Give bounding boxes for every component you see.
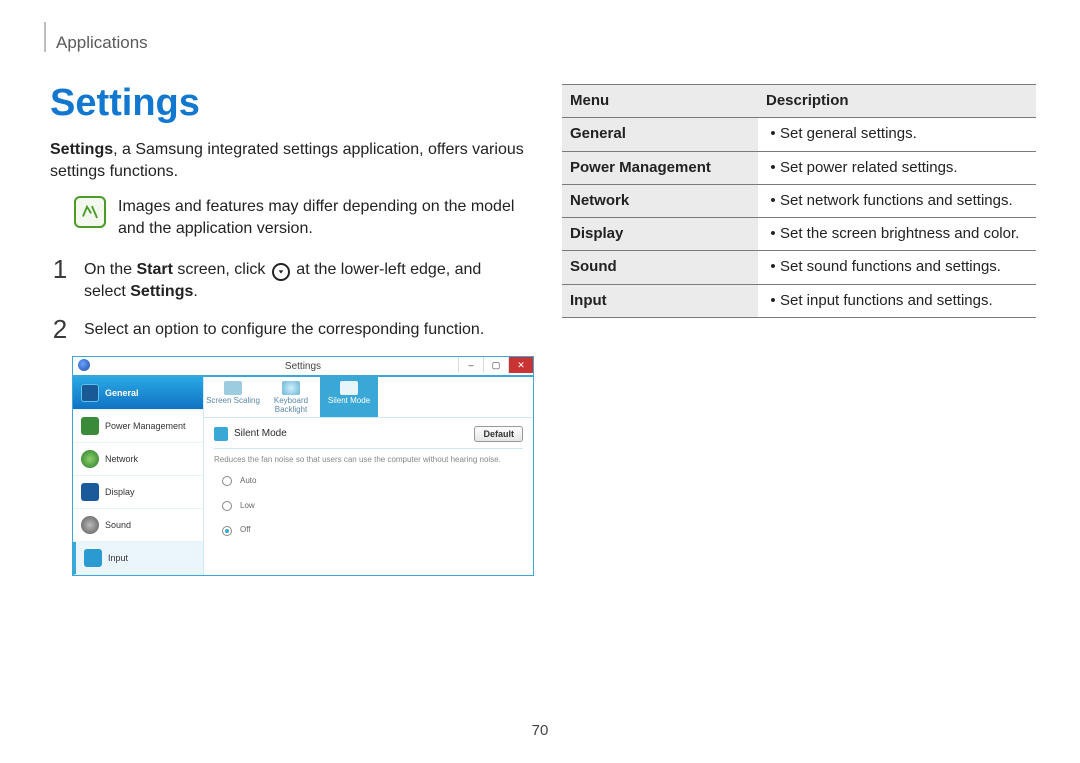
note-icon [74, 196, 106, 228]
step-1-part-a: On the [84, 261, 136, 278]
sidebar-item-label: Input [108, 552, 128, 564]
minimize-button[interactable]: – [458, 357, 483, 373]
sidebar-item-label: Sound [105, 519, 131, 531]
header-divider [44, 22, 46, 52]
radio-low[interactable]: Low [222, 501, 523, 512]
table-row: Network Set network functions and settin… [562, 184, 1036, 217]
globe-icon [81, 450, 99, 468]
sidebar-item-input[interactable]: Input [73, 542, 203, 575]
sidebar-item-power[interactable]: Power Management [73, 410, 203, 443]
table-row: Sound Set sound functions and settings. [562, 251, 1036, 284]
tab-keyboard-backlight[interactable]: Keyboard Backlight [262, 377, 320, 417]
intro-lead-bold: Settings [50, 141, 113, 158]
menu-description-table: Menu Description General Set general set… [562, 84, 1036, 318]
intro-lead-rest: , a Samsung integrated settings applicat… [50, 141, 524, 180]
step-1-bold-settings: Settings [130, 283, 193, 300]
step-1-part-b: screen, click [173, 261, 270, 278]
page-number: 70 [0, 721, 1080, 741]
battery-icon [81, 417, 99, 435]
table-desc-cell: Set input functions and settings. [758, 284, 1036, 317]
content-title: Silent Mode [234, 427, 287, 441]
radio-off[interactable]: Off [222, 525, 523, 536]
table-row: Power Management Set power related setti… [562, 151, 1036, 184]
table-menu-cell: Input [562, 284, 758, 317]
down-arrow-circle-icon [272, 263, 290, 281]
step-2-number: 2 [50, 316, 70, 342]
table-menu-cell: Sound [562, 251, 758, 284]
table-desc-text: Set input functions and settings. [766, 291, 1028, 311]
table-desc-text: Set network functions and settings. [766, 191, 1028, 211]
monitor-icon [81, 483, 99, 501]
gear-icon [81, 384, 99, 402]
step-1: 1 On the Start screen, click at the lowe… [50, 256, 524, 303]
screen-scaling-icon [224, 381, 242, 395]
step-2: 2 Select an option to configure the corr… [50, 316, 524, 342]
note-row: Images and features may differ depending… [50, 196, 524, 239]
app-content: Silent Mode Default Reduces the fan nois… [204, 418, 533, 558]
table-menu-cell: General [562, 118, 758, 151]
table-menu-cell: Network [562, 184, 758, 217]
table-desc-cell: Set the screen brightness and color. [758, 218, 1036, 251]
table-desc-cell: Set sound functions and settings. [758, 251, 1036, 284]
tab-label: Screen Scaling [206, 396, 260, 405]
table-desc-cell: Set general settings. [758, 118, 1036, 151]
table-desc-text: Set general settings. [766, 124, 1028, 144]
table-desc-text: Set the screen brightness and color. [766, 224, 1028, 244]
radio-icon [222, 501, 232, 511]
sidebar-item-label: Power Management [105, 420, 186, 432]
window-buttons: – ▢ ✕ [458, 357, 533, 373]
page-header-title: Applications [56, 32, 148, 55]
table-desc-text: Set sound functions and settings. [766, 257, 1028, 277]
sidebar-item-label: Display [105, 486, 135, 498]
section-title: Settings [50, 78, 524, 129]
table-menu-cell: Power Management [562, 151, 758, 184]
table-row: Display Set the screen brightness and co… [562, 218, 1036, 251]
step-2-text: Select an option to configure the corres… [84, 316, 524, 341]
radio-label: Auto [240, 476, 256, 487]
step-1-number: 1 [50, 256, 70, 282]
radio-icon [222, 526, 232, 536]
step-1-bold-start: Start [136, 261, 172, 278]
table-header-menu: Menu [562, 85, 758, 118]
settings-app-screenshot: Settings – ▢ ✕ General Power Management … [72, 356, 534, 576]
tab-label: Silent Mode [328, 396, 370, 405]
table-menu-cell: Display [562, 218, 758, 251]
sidebar-item-network[interactable]: Network [73, 443, 203, 476]
table-desc-cell: Set network functions and settings. [758, 184, 1036, 217]
app-titlebar: Settings – ▢ ✕ [73, 357, 533, 377]
tab-label: Keyboard Backlight [274, 396, 308, 414]
table-row: Input Set input functions and settings. [562, 284, 1036, 317]
speaker-icon [81, 516, 99, 534]
note-text: Images and features may differ depending… [118, 196, 524, 239]
table-desc-text: Set power related settings. [766, 158, 1028, 178]
tab-silent-mode[interactable]: Silent Mode [320, 377, 378, 417]
radio-label: Off [240, 525, 251, 536]
tab-screen-scaling[interactable]: Screen Scaling [204, 377, 262, 417]
table-header-desc: Description [758, 85, 1036, 118]
step-1-text: On the Start screen, click at the lower-… [84, 256, 524, 303]
sidebar-item-sound[interactable]: Sound [73, 509, 203, 542]
maximize-button[interactable]: ▢ [483, 357, 508, 373]
sidebar-item-display[interactable]: Display [73, 476, 203, 509]
radio-auto[interactable]: Auto [222, 476, 523, 487]
radio-icon [222, 476, 232, 486]
content-description: Reduces the fan noise so that users can … [214, 455, 523, 466]
table-desc-cell: Set power related settings. [758, 151, 1036, 184]
step-1-part-d: . [193, 283, 197, 300]
keyboard-backlight-icon [282, 381, 300, 395]
silent-mode-icon [214, 427, 228, 441]
sidebar-item-label: Network [105, 453, 138, 465]
touch-icon [84, 549, 102, 567]
default-button[interactable]: Default [474, 426, 523, 442]
app-main: Screen Scaling Keyboard Backlight Silent… [204, 377, 533, 575]
app-sidebar: General Power Management Network Display… [73, 377, 204, 575]
close-button[interactable]: ✕ [508, 357, 533, 373]
sidebar-item-general[interactable]: General [73, 377, 203, 410]
silent-mode-icon [340, 381, 358, 395]
sidebar-item-label: General [105, 387, 139, 399]
app-tabbar: Screen Scaling Keyboard Backlight Silent… [204, 377, 533, 418]
intro-paragraph: Settings, a Samsung integrated settings … [50, 139, 524, 182]
radio-label: Low [240, 501, 255, 512]
table-row: General Set general settings. [562, 118, 1036, 151]
